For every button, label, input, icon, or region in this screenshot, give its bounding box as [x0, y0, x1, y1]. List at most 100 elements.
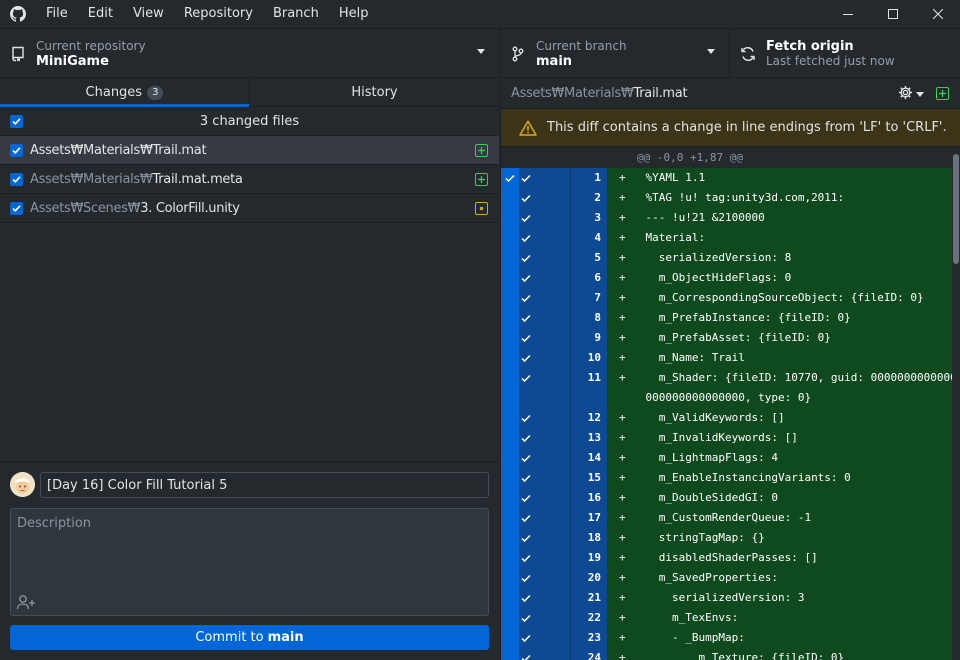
menu-view[interactable]: View: [123, 0, 174, 28]
diff-line[interactable]: 22 + m_TexEnvs:: [501, 608, 953, 628]
line-include-check-icon[interactable]: [519, 488, 571, 508]
line-include-check-icon[interactable]: [519, 348, 571, 368]
line-include-check-icon[interactable]: [519, 448, 571, 468]
diff-line[interactable]: 2 + %TAG !u! tag:unity3d.com,2011:: [501, 188, 953, 208]
line-select-check-icon[interactable]: [501, 168, 519, 188]
diff-line[interactable]: 24 + m_Texture: {fileID: 0}: [501, 648, 953, 660]
line-select-check-icon[interactable]: [501, 248, 519, 268]
diff-line[interactable]: 1 + %YAML 1.1: [501, 168, 953, 188]
line-select-check-icon[interactable]: [501, 308, 519, 328]
close-icon[interactable]: [915, 0, 960, 28]
line-include-check-icon[interactable]: [519, 188, 571, 208]
line-include-check-icon[interactable]: [519, 228, 571, 248]
diff-line[interactable]: 000000000000000, type: 0}: [501, 388, 953, 408]
line-select-check-icon[interactable]: [501, 388, 519, 408]
menu-repository[interactable]: Repository: [174, 0, 263, 28]
line-select-check-icon[interactable]: [501, 368, 519, 388]
line-include-check-icon[interactable]: [519, 568, 571, 588]
line-select-check-icon[interactable]: [501, 548, 519, 568]
select-all-checkbox[interactable]: [10, 114, 23, 128]
line-include-check-icon[interactable]: [519, 648, 571, 660]
diff-line[interactable]: 12 + m_ValidKeywords: []: [501, 408, 953, 428]
commit-description-input[interactable]: Description: [10, 508, 489, 616]
diff-line[interactable]: 6 + m_ObjectHideFlags: 0: [501, 268, 953, 288]
file-list-item[interactable]: Assets₩Materials₩Trail.mat: [0, 136, 499, 165]
line-include-check-icon[interactable]: [519, 588, 571, 608]
file-checkbox[interactable]: [10, 201, 23, 215]
diff-line[interactable]: 3 + --- !u!21 &2100000: [501, 208, 953, 228]
line-include-check-icon[interactable]: [519, 628, 571, 648]
diff-line[interactable]: 11 + m_Shader: {fileID: 10770, guid: 0000…: [501, 368, 953, 388]
line-select-check-icon[interactable]: [501, 268, 519, 288]
diff-line[interactable]: 23 + - _BumpMap:: [501, 628, 953, 648]
line-include-check-icon[interactable]: [519, 608, 571, 628]
diff-line[interactable]: 19 + disabledShaderPasses: []: [501, 548, 953, 568]
line-include-check-icon[interactable]: [519, 288, 571, 308]
diff-settings-button[interactable]: [898, 85, 924, 103]
line-include-check-icon[interactable]: [519, 208, 571, 228]
line-include-check-icon[interactable]: [519, 408, 571, 428]
diff-line[interactable]: 9 + m_PrefabAsset: {fileID: 0}: [501, 328, 953, 348]
current-repository-button[interactable]: Current repository MiniGame: [0, 29, 500, 78]
tab-history[interactable]: History: [249, 79, 499, 106]
line-select-check-icon[interactable]: [501, 288, 519, 308]
fetch-origin-button[interactable]: Fetch origin Last fetched just now: [730, 29, 960, 78]
file-checkbox[interactable]: [10, 172, 23, 186]
add-coauthor-icon[interactable]: [15, 593, 37, 611]
line-select-check-icon[interactable]: [501, 588, 519, 608]
maximize-icon[interactable]: [870, 0, 915, 28]
line-include-check-icon[interactable]: [519, 508, 571, 528]
line-select-check-icon[interactable]: [501, 528, 519, 548]
commit-summary-input[interactable]: [40, 472, 489, 498]
line-select-check-icon[interactable]: [501, 488, 519, 508]
diff-line[interactable]: 20 + m_SavedProperties:: [501, 568, 953, 588]
line-include-check-icon[interactable]: [519, 548, 571, 568]
line-select-check-icon[interactable]: [501, 608, 519, 628]
diff-scrollbar[interactable]: [952, 148, 960, 660]
line-include-check-icon[interactable]: [519, 388, 571, 408]
scrollbar-thumb[interactable]: [953, 154, 959, 264]
diff-line[interactable]: 7 + m_CorrespondingSourceObject: {fileID:…: [501, 288, 953, 308]
line-include-check-icon[interactable]: [519, 468, 571, 488]
tab-changes[interactable]: Changes 3: [0, 79, 249, 107]
line-include-check-icon[interactable]: [519, 268, 571, 288]
diff-line[interactable]: 16 + m_DoubleSidedGI: 0: [501, 488, 953, 508]
file-list-item[interactable]: Assets₩Scenes₩3. ColorFill.unity: [0, 194, 499, 223]
menu-edit[interactable]: Edit: [78, 0, 123, 28]
line-select-check-icon[interactable]: [501, 228, 519, 248]
line-select-check-icon[interactable]: [501, 428, 519, 448]
line-select-check-icon[interactable]: [501, 188, 519, 208]
diff-line[interactable]: 5 + serializedVersion: 8: [501, 248, 953, 268]
line-select-check-icon[interactable]: [501, 468, 519, 488]
line-select-check-icon[interactable]: [501, 448, 519, 468]
diff-line[interactable]: 4 + Material:: [501, 228, 953, 248]
diff-line[interactable]: 10 + m_Name: Trail: [501, 348, 953, 368]
diff-line[interactable]: 18 + stringTagMap: {}: [501, 528, 953, 548]
menu-file[interactable]: File: [36, 0, 78, 28]
line-include-check-icon[interactable]: [519, 328, 571, 348]
commit-button[interactable]: Commit to main: [10, 625, 489, 650]
line-select-check-icon[interactable]: [501, 568, 519, 588]
line-select-check-icon[interactable]: [501, 408, 519, 428]
line-include-check-icon[interactable]: [519, 248, 571, 268]
line-include-check-icon[interactable]: [519, 428, 571, 448]
line-select-check-icon[interactable]: [501, 328, 519, 348]
line-include-check-icon[interactable]: [519, 308, 571, 328]
line-select-check-icon[interactable]: [501, 628, 519, 648]
line-include-check-icon[interactable]: [519, 168, 571, 188]
file-checkbox[interactable]: [10, 143, 23, 157]
diff-line[interactable]: 8 + m_PrefabInstance: {fileID: 0}: [501, 308, 953, 328]
menu-branch[interactable]: Branch: [263, 0, 329, 28]
diff-line[interactable]: 21 + serializedVersion: 3: [501, 588, 953, 608]
diff-line[interactable]: 17 + m_CustomRenderQueue: -1: [501, 508, 953, 528]
diff-line[interactable]: 13 + m_InvalidKeywords: []: [501, 428, 953, 448]
line-select-check-icon[interactable]: [501, 208, 519, 228]
menu-help[interactable]: Help: [329, 0, 379, 28]
line-include-check-icon[interactable]: [519, 368, 571, 388]
line-select-check-icon[interactable]: [501, 348, 519, 368]
diff-line[interactable]: 14 + m_LightmapFlags: 4: [501, 448, 953, 468]
line-select-check-icon[interactable]: [501, 508, 519, 528]
current-branch-button[interactable]: Current branch main: [500, 29, 730, 78]
line-include-check-icon[interactable]: [519, 528, 571, 548]
file-list-item[interactable]: Assets₩Materials₩Trail.mat.meta: [0, 165, 499, 194]
